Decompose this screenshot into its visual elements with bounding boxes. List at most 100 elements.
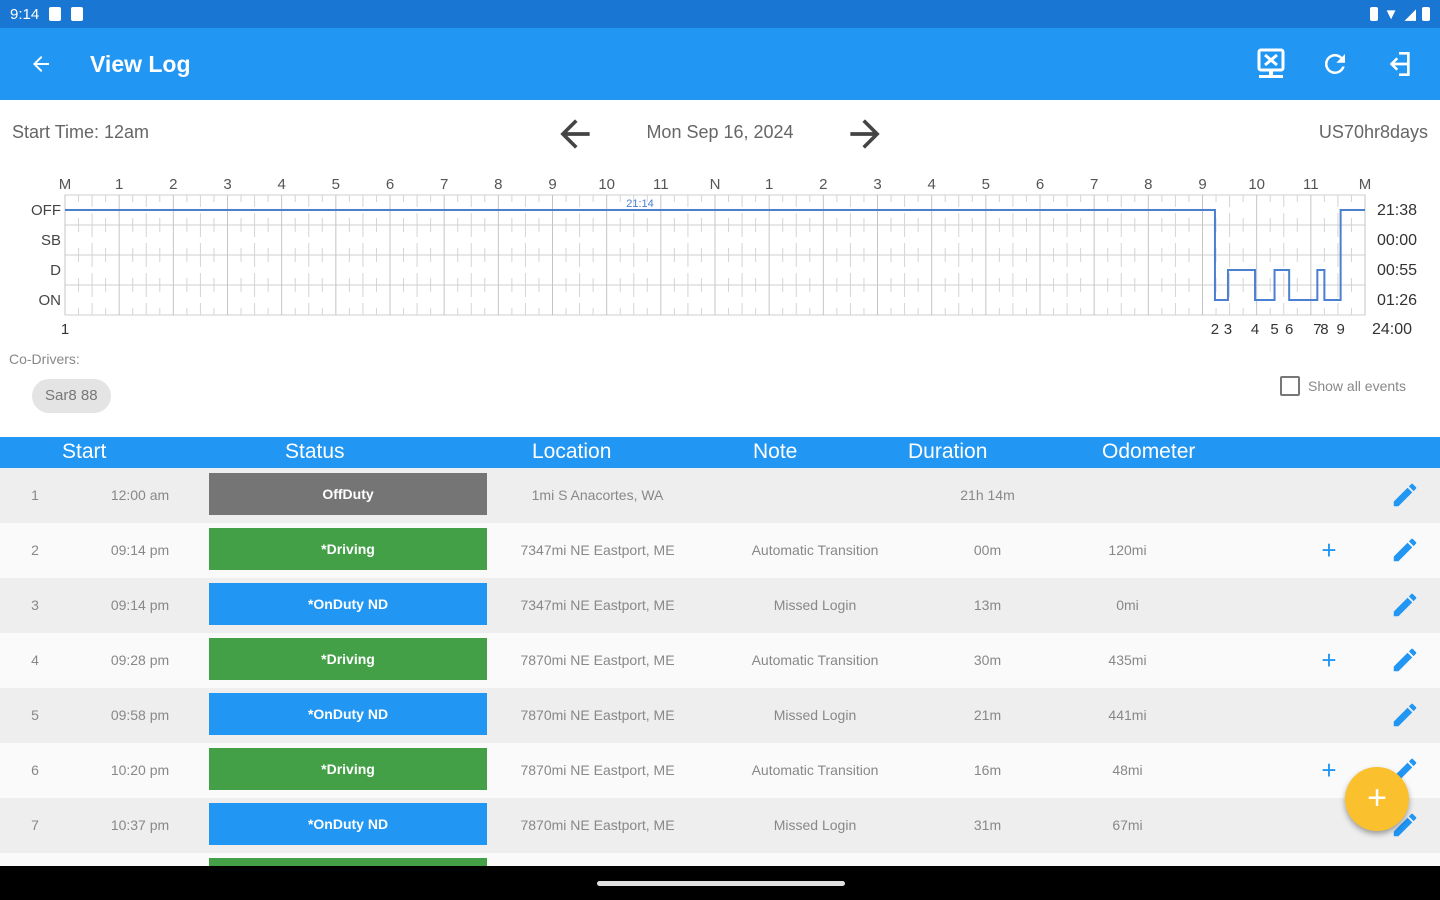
- row-start-time: 10:20 pm: [110, 762, 170, 778]
- refresh-button[interactable]: [1314, 43, 1356, 85]
- row-number: 4: [31, 652, 39, 668]
- row-location: 1mi S Anacortes, WA: [531, 487, 664, 503]
- row-duration: 31m: [973, 817, 1002, 833]
- back-button[interactable]: [0, 28, 82, 100]
- row-number: 7: [31, 817, 39, 833]
- row-start-time: 09:28 pm: [110, 652, 170, 668]
- status-total: 00:00: [1377, 232, 1417, 249]
- add-event-fab[interactable]: +: [1345, 767, 1409, 831]
- status-badge: OffDuty: [209, 473, 487, 515]
- plus-icon[interactable]: +: [1315, 536, 1343, 564]
- event-marker: 3: [1224, 321, 1232, 338]
- status-row-label: SB: [41, 232, 61, 249]
- header-status: Status: [285, 440, 345, 463]
- ruleset-label: US70hr8days: [1318, 122, 1428, 142]
- hour-label: M: [59, 176, 72, 193]
- pencil-icon[interactable]: [1390, 645, 1420, 675]
- header-odometer: Odometer: [1102, 440, 1196, 463]
- row-duration: [930, 853, 1045, 866]
- refresh-icon: [1324, 53, 1345, 74]
- export-button[interactable]: [1250, 43, 1292, 85]
- event-marker: 2: [1211, 321, 1219, 338]
- clock: 9:14: [10, 5, 40, 23]
- row-odometer: 67mi: [1112, 817, 1143, 833]
- hour-label: 5: [982, 176, 990, 193]
- status-badge: *OnDuty ND: [209, 583, 487, 625]
- status-badge: [209, 858, 487, 866]
- row-start-time: 09:14 pm: [110, 542, 170, 558]
- battery-icon: [1422, 7, 1430, 21]
- hour-label: 9: [1198, 176, 1206, 193]
- row-number: 1: [31, 487, 39, 503]
- status-row-label: ON: [39, 292, 62, 309]
- logout-icon: [1389, 52, 1410, 76]
- location-icon: [1369, 7, 1378, 21]
- table-row[interactable]: 3 09:14 pm *OnDuty ND 7347mi NE Eastport, M…: [0, 578, 1440, 633]
- row-duration: 21m: [973, 707, 1002, 723]
- system-navigation-bar: [0, 866, 1440, 900]
- row-location: 7870mi NE Eastport, ME: [520, 762, 675, 778]
- status-badge: *Driving: [209, 528, 487, 570]
- row-odometer: 48mi: [1112, 762, 1143, 778]
- pencil-icon[interactable]: [1390, 700, 1420, 730]
- table-row[interactable]: 2 09:14 pm *Driving 7347mi NE Eastport, ME A…: [0, 523, 1440, 578]
- hour-label: 1: [115, 176, 123, 193]
- hour-label: 2: [819, 176, 827, 193]
- hour-label: 6: [1036, 176, 1044, 193]
- notification-icon: [71, 7, 84, 21]
- show-all-events-toggle[interactable]: Show all events: [1280, 376, 1406, 396]
- plus-icon[interactable]: +: [1315, 756, 1343, 784]
- logout-button[interactable]: [1378, 43, 1420, 85]
- row-note: [710, 468, 920, 523]
- row-duration: 30m: [973, 652, 1002, 668]
- pencil-icon[interactable]: [1390, 590, 1420, 620]
- duty-status-graph: M 1 2 3 4 5 6 7 8 9 10 11 N 1 2 3 4 5 6 7 8 9 10 11 MOFFSBDON21:…: [31, 176, 1417, 338]
- row-odometer: 0mi: [1116, 597, 1139, 613]
- hour-label: 5: [332, 176, 340, 193]
- header-start: Start: [62, 440, 107, 463]
- table-row[interactable]: 7 10:37 pm *OnDuty ND 7870mi NE Eastport, M…: [0, 798, 1440, 853]
- hour-label: 11: [653, 176, 669, 193]
- co-driver-chip[interactable]: Sar8 88: [32, 379, 111, 413]
- hour-label: 2: [169, 176, 177, 193]
- hour-label: 1: [765, 176, 773, 193]
- table-row[interactable]: 6 10:20 pm *Driving 7870mi NE Eastport, ME A…: [0, 743, 1440, 798]
- table-row[interactable]: 1 12:00 am OffDuty 1mi S Anacortes, WA 21h 1…: [0, 468, 1440, 523]
- next-day-button[interactable]: [843, 112, 887, 156]
- plus-icon[interactable]: +: [1315, 646, 1343, 674]
- row-note: Missed Login: [773, 817, 857, 833]
- status-badge: *Driving: [209, 748, 487, 790]
- row-number: 6: [31, 762, 39, 778]
- app-bar: View Log: [0, 28, 1440, 100]
- hour-label: 11: [1303, 176, 1319, 193]
- arrow-right-icon: [850, 119, 880, 149]
- hour-label: 3: [873, 176, 881, 193]
- event-marker: 6: [1285, 321, 1293, 338]
- home-gesture-handle[interactable]: [597, 881, 845, 886]
- pencil-icon[interactable]: [1390, 480, 1420, 510]
- hour-label: 10: [598, 176, 615, 193]
- system-status-bar: 9:14 ▼ ◢: [0, 0, 1440, 28]
- table-row[interactable]: 4 09:28 pm *Driving 7870mi NE Eastport, ME A…: [0, 633, 1440, 688]
- hour-label: 10: [1248, 176, 1265, 193]
- previous-day-button[interactable]: [553, 112, 597, 156]
- hour-label: 4: [277, 176, 285, 193]
- co-drivers-label: Co-Drivers:: [9, 351, 80, 367]
- row-duration: 16m: [973, 762, 1002, 778]
- log-info-bar: Start Time: 12am Mon Sep 16, 2024 US70hr…: [0, 100, 1440, 164]
- row-start-time: 12:00 am: [110, 487, 170, 503]
- row-start-time: 10:37 pm: [110, 817, 170, 833]
- status-badge: *OnDuty ND: [209, 803, 487, 845]
- current-time-marker: 21:14: [626, 198, 654, 210]
- row-number: 3: [31, 597, 39, 613]
- hour-label: 7: [1090, 176, 1098, 193]
- arrow-left-icon: [33, 56, 49, 72]
- hour-label: 6: [386, 176, 394, 193]
- show-all-events-checkbox[interactable]: [1280, 376, 1300, 396]
- hour-label: N: [710, 176, 721, 193]
- pencil-icon[interactable]: [1390, 535, 1420, 565]
- table-row[interactable]: 5 09:58 pm *OnDuty ND 7870mi NE Eastport, M…: [0, 688, 1440, 743]
- row-odometer: 441mi: [1108, 707, 1147, 723]
- table-row[interactable]: [0, 853, 1440, 866]
- row-start-time: 09:14 pm: [110, 597, 170, 613]
